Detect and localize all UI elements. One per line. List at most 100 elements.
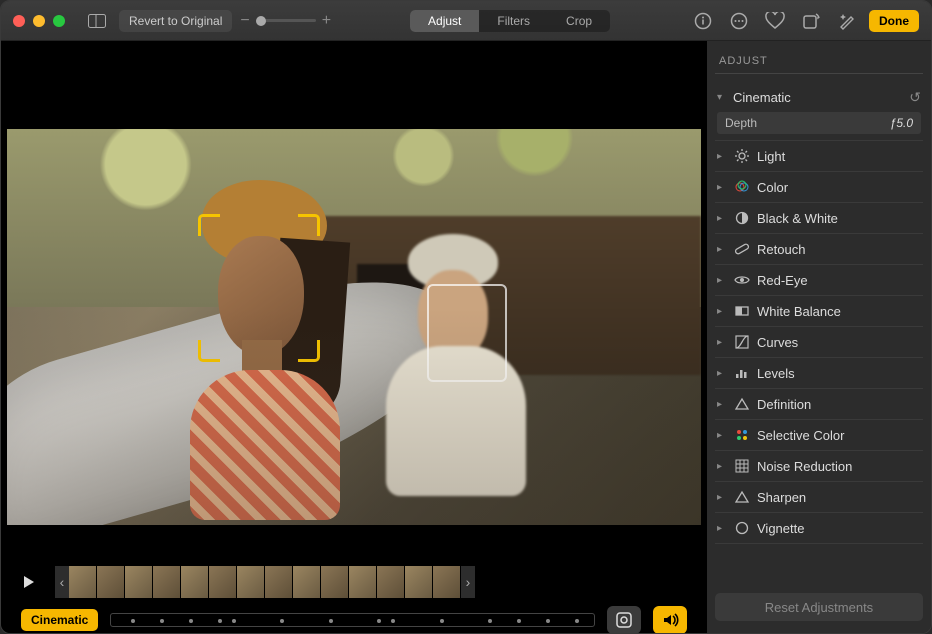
section-definition: ▸ Definition [715,389,923,420]
filmstrip-frame[interactable] [265,566,293,598]
filmstrip-frame[interactable] [125,566,153,598]
filmstrip[interactable]: ‹ › [55,566,475,598]
sidebar-toggle-icon[interactable] [83,9,111,33]
close-window[interactable] [13,15,25,27]
revert-button[interactable]: Revert to Original [119,10,232,32]
section-head[interactable]: ▸ Light [715,145,923,167]
half-icon [733,210,751,226]
depth-label: Depth [725,116,890,130]
sun-icon [733,148,751,164]
photo-canvas [7,129,701,525]
section-label: Vignette [757,521,921,536]
section-head[interactable]: ▸Noise Reduction [715,455,923,477]
section-head-cinematic[interactable]: ▾ Cinematic ↺ [715,86,923,108]
section-head[interactable]: ▸Retouch [715,238,923,260]
wb-icon [733,303,751,319]
zoom-in-icon[interactable]: + [322,12,331,30]
cinematic-badge-button[interactable]: Cinematic [21,609,98,631]
disclosure-right-icon: ▸ [717,523,727,534]
section-red-eye: ▸ Red-Eye [715,265,923,296]
filmstrip-frame[interactable] [181,566,209,598]
zoom-window[interactable] [53,15,65,27]
nudge-left[interactable]: ‹ [55,566,69,598]
zoom-slider[interactable] [256,19,316,22]
depth-value: ƒ5.0 [890,116,913,130]
disclosure-right-icon: ▸ [717,306,727,317]
section-label: Red-Eye [757,273,921,288]
primary-focus-box[interactable] [198,214,320,362]
disclosure-right-icon: ▸ [717,492,727,503]
tab-adjust[interactable]: Adjust [410,10,479,32]
section-label: Levels [757,366,921,381]
reset-adjustments-button[interactable]: Reset Adjustments [715,593,923,621]
filmstrip-frame[interactable] [209,566,237,598]
rotate-icon[interactable] [797,9,825,33]
secondary-focus-box[interactable] [427,284,507,382]
nudge-right[interactable]: › [461,566,475,598]
section-label: Definition [757,397,921,412]
focus-scrubber[interactable] [110,613,595,627]
disclosure-right-icon: ▸ [717,430,727,441]
disclosure-right-icon: ▸ [717,182,727,193]
section-label: Curves [757,335,921,350]
window-controls [13,15,65,27]
minimize-window[interactable] [33,15,45,27]
curves-icon [733,334,751,350]
depth-slider-row[interactable]: Depth ƒ5.0 [717,112,921,134]
disclosure-right-icon: ▸ [717,244,727,255]
section-head[interactable]: ▸Curves [715,331,923,353]
circle-icon [733,520,751,536]
audio-button[interactable] [653,606,687,634]
section-sharpen: ▸ Sharpen [715,482,923,513]
section-vignette: ▸ Vignette [715,513,923,544]
filmstrip-frame[interactable] [293,566,321,598]
zoom-control[interactable]: − + [240,12,331,30]
section-label: Sharpen [757,490,921,505]
favorite-icon[interactable] [761,9,789,33]
section-label: Light [757,149,921,164]
section-head[interactable]: ▸ Sharpen [715,486,923,508]
disclosure-right-icon: ▸ [717,151,727,162]
rings-icon [733,179,751,195]
filmstrip-frame[interactable] [237,566,265,598]
play-button[interactable] [21,574,45,590]
auto-enhance-icon[interactable] [833,9,861,33]
filmstrip-frame[interactable] [377,566,405,598]
adjust-sidebar: Adjust ▾ Cinematic ↺ Depth ƒ5.0 ▸Light▸C… [707,41,931,633]
section-head[interactable]: ▸ Levels [715,362,923,384]
bandaid-icon [733,241,751,257]
info-icon[interactable] [689,9,717,33]
focus-target-button[interactable] [607,606,641,634]
filmstrip-frame[interactable] [349,566,377,598]
section-white-balance: ▸White Balance [715,296,923,327]
reset-cinematic-icon[interactable]: ↺ [909,89,921,106]
tab-crop[interactable]: Crop [548,10,610,32]
filmstrip-frame[interactable] [321,566,349,598]
tab-filters[interactable]: Filters [479,10,548,32]
disclosure-right-icon: ▸ [717,399,727,410]
section-retouch: ▸Retouch [715,234,923,265]
section-head[interactable]: ▸Black & White [715,207,923,229]
done-button[interactable]: Done [869,10,919,32]
disclosure-right-icon: ▸ [717,275,727,286]
mode-tabs: Adjust Filters Crop [410,10,610,32]
triangle-icon [733,396,751,412]
disclosure-right-icon: ▸ [717,368,727,379]
section-head[interactable]: ▸ Red-Eye [715,269,923,291]
disclosure-right-icon: ▸ [717,461,727,472]
more-icon[interactable] [725,9,753,33]
filmstrip-frame[interactable] [97,566,125,598]
section-head[interactable]: ▸White Balance [715,300,923,322]
filmstrip-frame[interactable] [153,566,181,598]
disclosure-right-icon: ▸ [717,213,727,224]
photo-viewer[interactable] [1,41,707,558]
section-head[interactable]: ▸ Definition [715,393,923,415]
filmstrip-frame[interactable] [69,566,97,598]
section-head[interactable]: ▸Color [715,176,923,198]
filmstrip-frame[interactable] [433,566,461,598]
filmstrip-frame[interactable] [405,566,433,598]
section-head[interactable]: ▸ Vignette [715,517,923,539]
titlebar: Revert to Original − + Adjust Filters Cr… [1,1,931,41]
section-head[interactable]: ▸Selective Color [715,424,923,446]
zoom-out-icon[interactable]: − [240,12,249,30]
